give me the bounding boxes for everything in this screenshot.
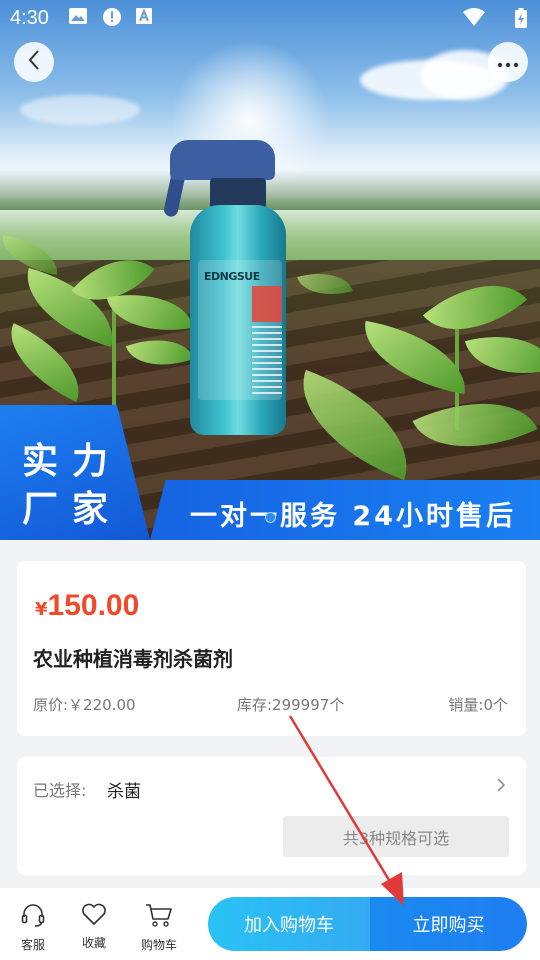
- price: ¥150.00: [35, 589, 139, 623]
- chevron-right-icon: [496, 777, 506, 798]
- bottom-action-bar: 客服 收藏 购物车 加入购物车 立即购买: [0, 888, 540, 960]
- customer-service-label: 客服: [20, 938, 45, 952]
- cart-icon: [134, 902, 184, 932]
- add-to-cart-button[interactable]: 加入购物车: [208, 897, 370, 951]
- spec-selector-card[interactable]: 已选择: 杀菌 共3种规格可选: [17, 757, 526, 875]
- product-image-carousel[interactable]: EDNGSUE 实力 厂家 一对一服务 24小时售后: [0, 0, 540, 540]
- bottle-label-lines: [252, 326, 282, 396]
- banner-headline-2: 厂家: [22, 489, 123, 530]
- heart-icon: [69, 902, 119, 930]
- customer-service-tab[interactable]: 客服: [8, 902, 58, 953]
- original-price: 原价:￥220.00: [33, 696, 136, 714]
- cloud: [20, 95, 140, 125]
- alert-icon: [102, 8, 122, 28]
- banner-slogan: 一对一服务 24小时售后: [190, 501, 516, 532]
- more-icon: [497, 53, 519, 72]
- product-info-card: ¥150.00 农业种植消毒剂杀菌剂 原价:￥220.00 库存:299997个…: [17, 561, 526, 736]
- selected-spec-value: 杀菌: [107, 782, 141, 802]
- wifi-icon: [462, 8, 486, 28]
- image-icon: [68, 8, 88, 28]
- favorite-tab[interactable]: 收藏: [69, 902, 119, 951]
- favorite-label: 收藏: [81, 936, 106, 950]
- bottle-label-warning: [252, 286, 282, 322]
- back-button[interactable]: [14, 42, 54, 82]
- text-a-icon: [134, 8, 154, 28]
- status-time: 4:30: [10, 7, 49, 29]
- plant-stem: [112, 300, 116, 410]
- carousel-indicator[interactable]: [265, 512, 276, 523]
- currency-symbol: ¥: [35, 599, 48, 620]
- more-button[interactable]: [488, 42, 528, 82]
- product-title: 农业种植消毒剂杀菌剂: [33, 647, 233, 671]
- status-bar: 4:30: [0, 0, 540, 36]
- price-value: 150.00: [47, 589, 140, 622]
- selected-label: 已选择:: [33, 781, 87, 800]
- buy-now-button[interactable]: 立即购买: [370, 897, 527, 951]
- sales-count: 销量:0个: [448, 696, 508, 714]
- battery-icon: [514, 8, 528, 28]
- sprayer-head: [170, 140, 275, 180]
- shopping-cart-tab[interactable]: 购物车: [134, 902, 184, 953]
- spec-options-button[interactable]: 共3种规格可选: [283, 816, 509, 857]
- shopping-cart-label: 购物车: [140, 938, 177, 952]
- bottle-label-text: EDNGSUE: [204, 270, 260, 283]
- stock-count: 库存:299997个: [237, 696, 345, 714]
- headset-icon: [8, 902, 58, 932]
- chevron-left-icon: [27, 49, 41, 75]
- banner-headline-1: 实力: [22, 441, 123, 482]
